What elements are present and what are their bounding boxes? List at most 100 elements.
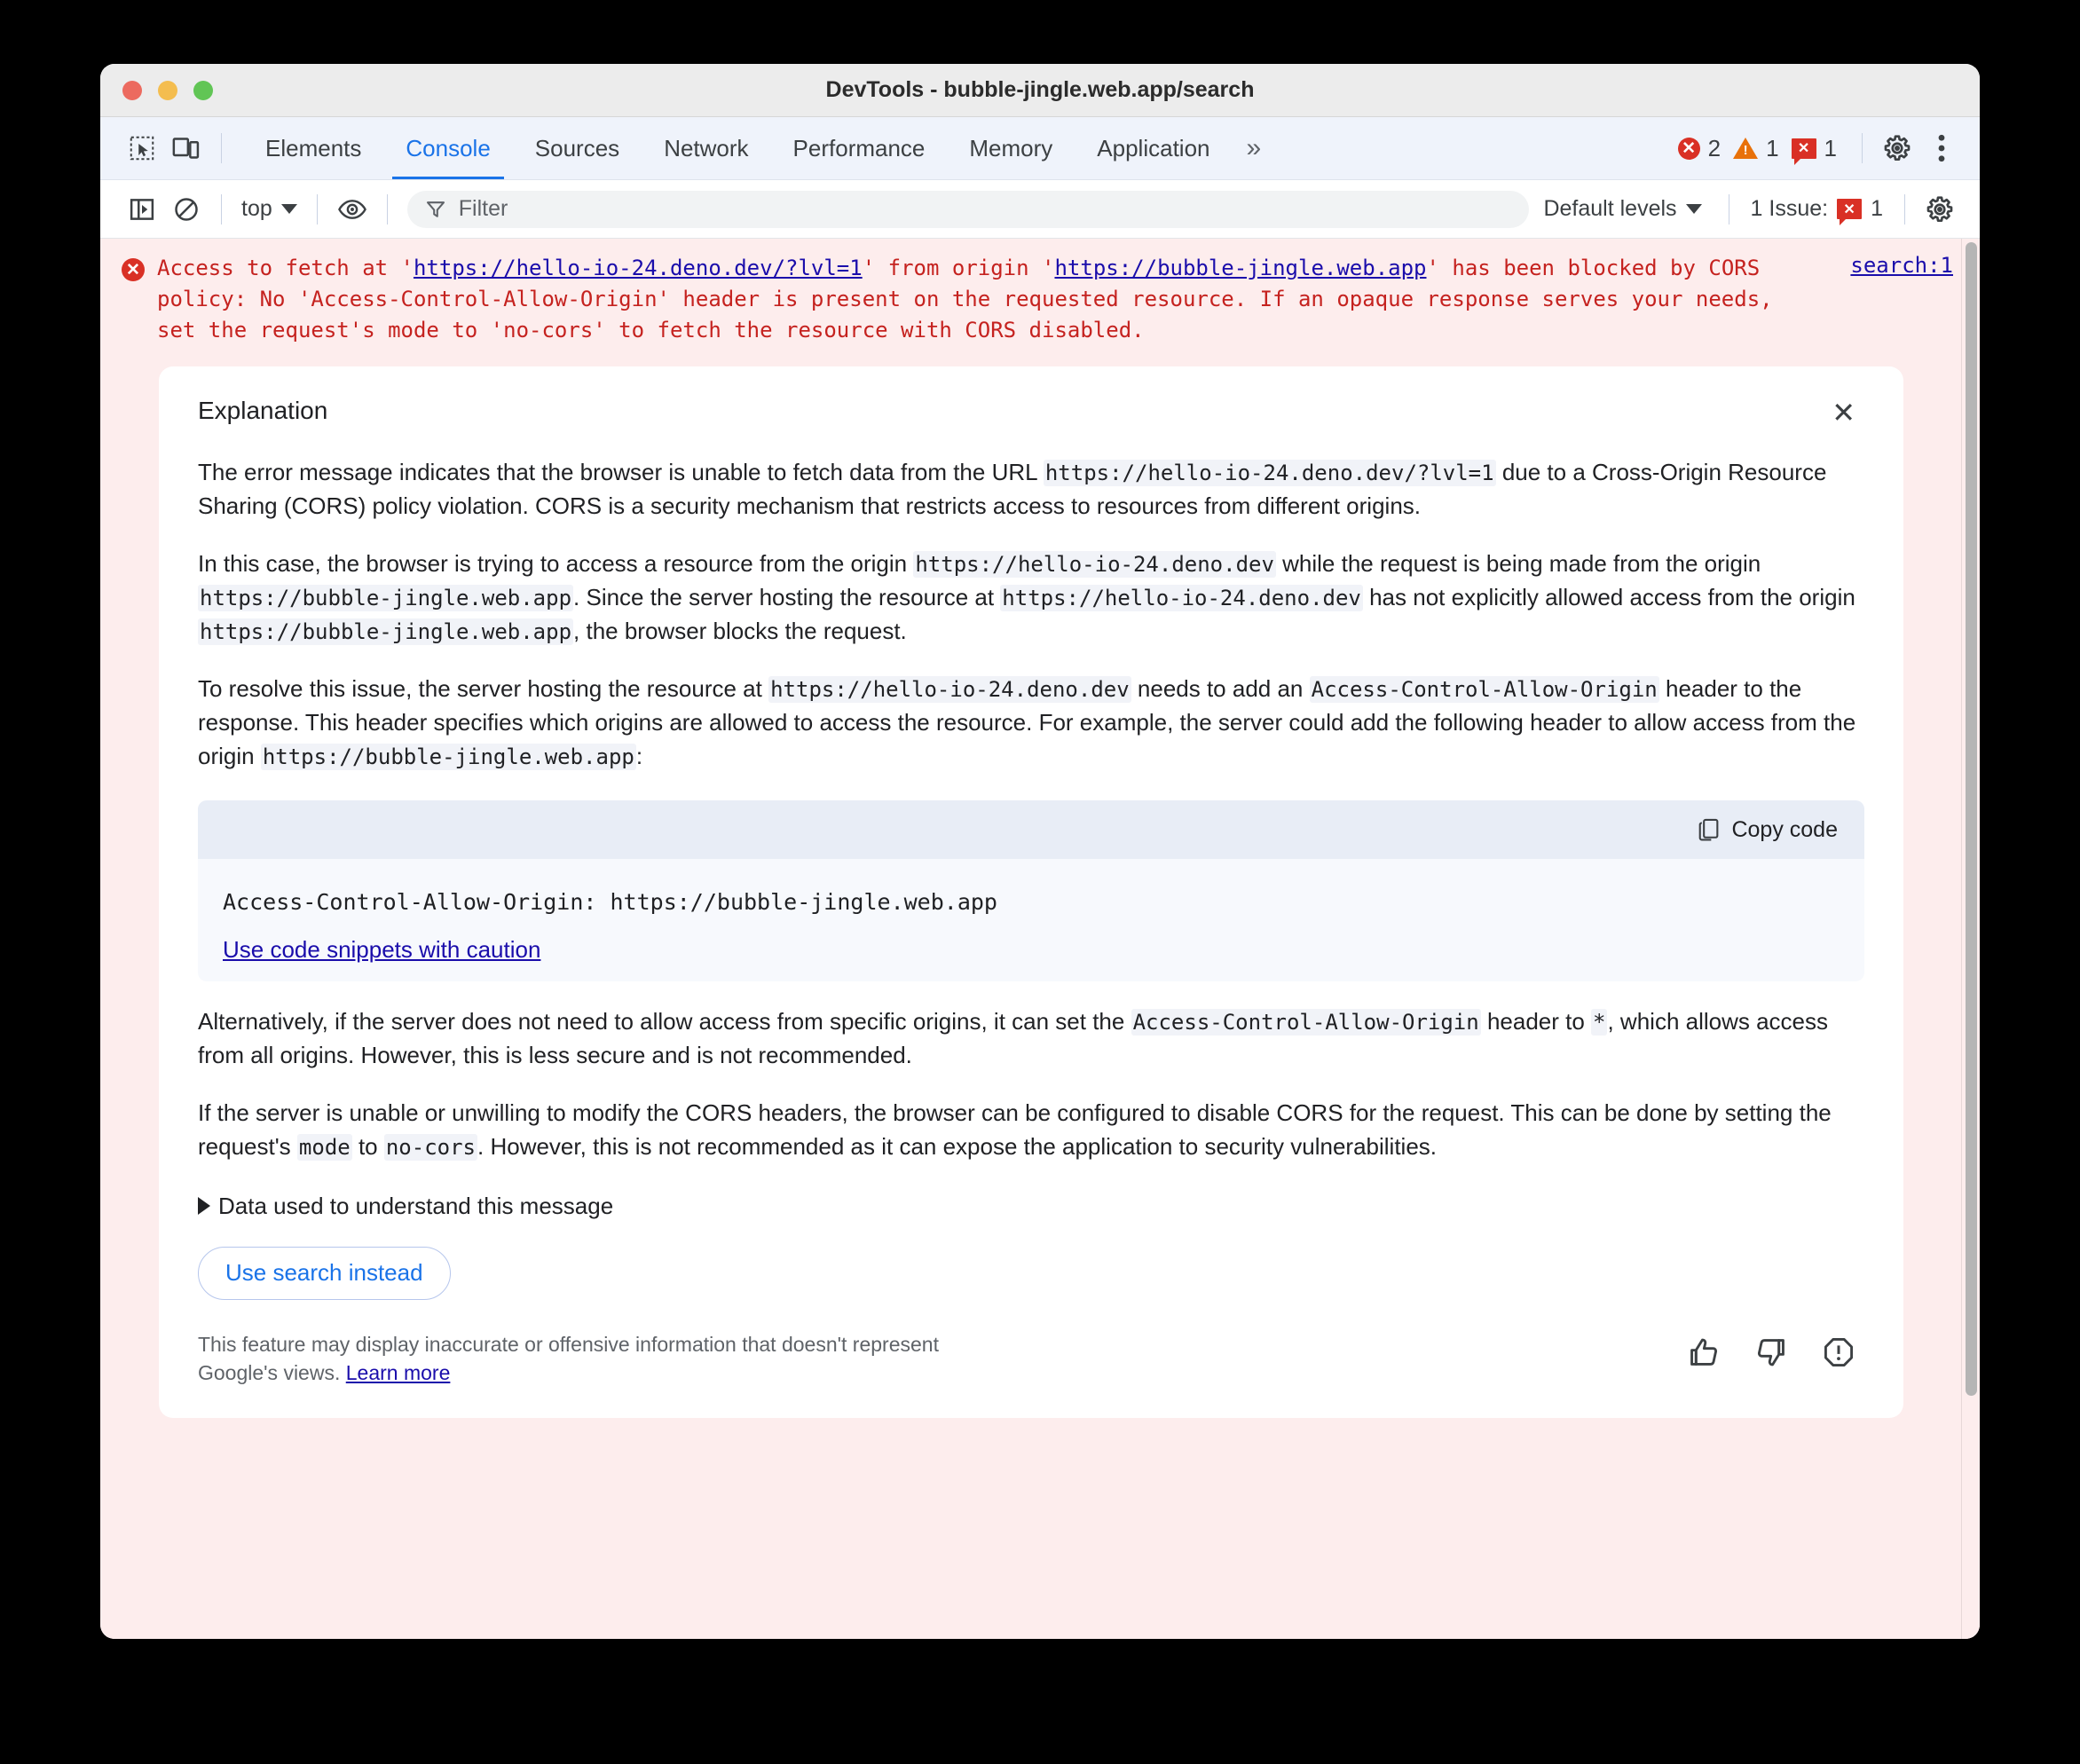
inline-code: https://bubble-jingle.web.app [198,585,574,612]
tab-memory[interactable]: Memory [947,117,1075,179]
issue-count-group[interactable]: ✕ 1 [1791,134,1837,165]
gear-icon[interactable] [1918,187,1962,232]
code-snippet-text: Access-Control-Allow-Origin: https://bub… [223,889,997,916]
issue-icon: ✕ [1837,199,1863,225]
warning-count-label: 1 [1766,134,1779,161]
kebab-menu-icon[interactable] [1919,126,1964,170]
paragraph-text: needs to add an [1131,675,1310,703]
explanation-paragraph-4: Alternatively, if the server does not ne… [198,1005,1864,1073]
window-title: DevTools - bubble-jingle.web.app/search [825,77,1255,102]
data-used-disclosure[interactable]: Data used to understand this message [198,1193,1864,1220]
warning-icon: ! [1733,138,1759,159]
thumb-up-icon[interactable] [1687,1335,1721,1369]
error-text-segment: ' from origin ' [862,256,1055,280]
filter-placeholder-text: Filter [458,196,508,221]
error-count-group[interactable]: ✕ 2 [1677,135,1721,162]
code-snippet-block: Copy code Access-Control-Allow-Origin: h… [198,800,1864,982]
error-icon: ✕ [1677,137,1700,160]
tab-performance[interactable]: Performance [771,117,948,179]
device-toolbar-icon[interactable] [164,126,209,170]
paragraph-text: has not explicitly allowed access from t… [1362,584,1855,611]
log-levels-label: Default levels [1543,196,1677,221]
report-icon[interactable] [1822,1335,1855,1369]
code-caution-link[interactable]: Use code snippets with caution [223,936,540,964]
paragraph-text: The error message indicates that the bro… [198,459,1044,486]
code-block-body: Access-Control-Allow-Origin: https://bub… [198,859,1864,981]
tabbar-right-controls: ✕ 2 ! 1 ✕ 1 [1677,126,1980,170]
inline-code: https://hello-io-24.deno.dev [768,676,1131,704]
console-error-text: Access to fetch at 'https://hello-io-24.… [157,253,1816,345]
inspect-element-icon[interactable] [120,126,164,170]
tab-console[interactable]: Console [383,117,512,179]
maximize-window-button[interactable] [193,80,213,100]
issue-icon: ✕ [1791,138,1816,165]
console-sidebar-icon[interactable] [120,187,164,232]
tab-application[interactable]: Application [1075,117,1232,179]
inline-code: https://hello-io-24.deno.dev [1000,585,1363,612]
inline-code: * [1591,1009,1608,1036]
paragraph-text: Alternatively, if the server does not ne… [198,1008,1131,1036]
paragraph-text: . Since the server hosting the resource … [573,584,1001,611]
learn-more-link[interactable]: Learn more [346,1361,451,1384]
filter-input[interactable]: Filter [406,190,1530,228]
close-window-button[interactable] [122,80,142,100]
issue-count-label: 1 [1824,134,1837,161]
tab-network[interactable]: Network [642,117,770,179]
inline-code: mode [296,1133,352,1161]
issues-button[interactable]: 1 Issue: ✕ 1 [1742,196,1892,225]
explanation-paragraph-1: The error message indicates that the bro… [198,456,1864,524]
copy-code-button[interactable]: Copy code [1698,817,1838,843]
paragraph-text: to [351,1132,384,1160]
log-levels-selector[interactable]: Default levels [1529,196,1715,222]
disclaimer-body: This feature may display inaccurate or o… [198,1332,939,1385]
close-icon[interactable]: ✕ [1823,393,1864,432]
execution-context-label: top [241,196,272,221]
window-titlebar: DevTools - bubble-jingle.web.app/search [100,64,1980,117]
inline-code: https://bubble-jingle.web.app [198,618,574,646]
explanation-footer: This feature may display inaccurate or o… [198,1330,1864,1388]
source-location-link[interactable]: search:1 [1850,253,1953,345]
clear-console-icon[interactable] [164,187,209,232]
console-message-area: ✕ Access to fetch at 'https://hello-io-2… [100,239,1980,1639]
paragraph-text: : [635,743,643,770]
tab-sources[interactable]: Sources [513,117,642,179]
warning-count-group[interactable]: ! 1 [1733,134,1779,162]
toolbar-divider [221,133,222,163]
live-expression-icon[interactable] [330,187,374,232]
inline-code: https://hello-io-24.deno.dev [913,551,1276,579]
thumb-down-icon[interactable] [1754,1335,1788,1369]
inline-code: https://bubble-jingle.web.app [260,744,636,771]
console-toolbar: top Filter Default levels 1 Issue: ✕ 1 [100,180,1980,239]
traffic-lights [122,80,213,100]
data-used-label: Data used to understand this message [218,1192,614,1219]
toolbar-divider [1904,193,1905,224]
use-search-instead-button[interactable]: Use search instead [198,1246,451,1300]
gear-icon[interactable] [1875,126,1919,170]
tab-elements[interactable]: Elements [243,117,383,179]
disclaimer-text: This feature may display inaccurate or o… [198,1330,961,1388]
copy-icon [1698,817,1721,842]
minimize-window-button[interactable] [158,80,177,100]
inline-code: no-cors [383,1133,478,1161]
devtools-tabbar: Elements Console Sources Network Perform… [100,117,1980,180]
explanation-paragraph-2: In this case, the browser is trying to a… [198,547,1864,649]
error-text-segment: Access to fetch at ' [157,256,414,280]
inline-code: Access-Control-Allow-Origin [1309,676,1659,704]
scrollbar-thumb[interactable] [1966,242,1977,1396]
filter-funnel-icon [425,199,446,220]
console-scrollbar[interactable] [1961,239,1980,1639]
code-block-header: Copy code [198,800,1864,860]
paragraph-text: In this case, the browser is trying to a… [198,550,914,578]
more-tabs-icon[interactable]: » [1233,133,1272,163]
execution-context-selector[interactable]: top [234,193,304,225]
error-icon: ✕ [122,258,145,281]
paragraph-text: . However, this is not recommended as it… [477,1132,1438,1160]
toolbar-divider [316,193,318,224]
error-url-link-2[interactable]: https://bubble-jingle.web.app [1054,256,1426,280]
chevron-down-icon [280,204,297,214]
error-url-link-1[interactable]: https://hello-io-24.deno.dev/?lvl=1 [414,256,863,280]
warning-glyph: ! [1743,143,1748,158]
issues-number: 1 [1871,196,1883,221]
inline-code: Access-Control-Allow-Origin [1131,1009,1481,1036]
toolbar-divider [221,193,222,224]
